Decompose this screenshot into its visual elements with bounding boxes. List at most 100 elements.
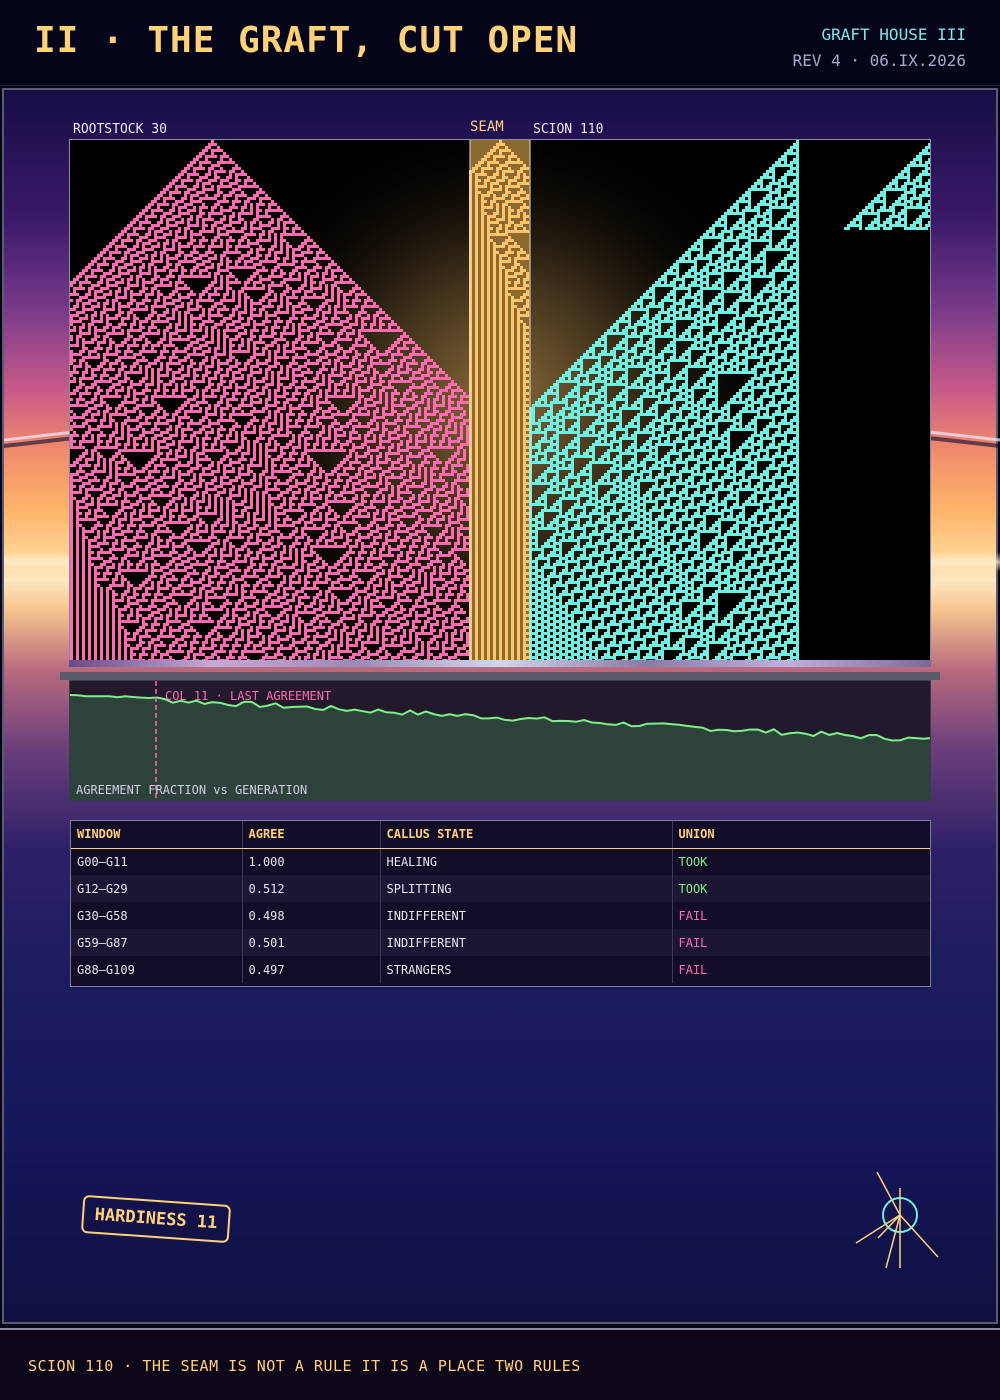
rootstock-cell — [229, 413, 253, 416]
rootstock-cell — [214, 176, 220, 179]
rootstock-cell — [403, 470, 406, 473]
scion-cell — [736, 242, 739, 245]
rootstock-cell — [343, 485, 349, 488]
scion-cell — [772, 434, 787, 437]
seam-cell — [517, 440, 520, 443]
scion-cell — [616, 365, 622, 368]
rootstock-cell — [157, 371, 160, 374]
seam-cell — [475, 326, 478, 329]
seam-cell — [475, 191, 481, 194]
rootstock-cell — [268, 422, 277, 425]
rootstock-cell — [448, 404, 451, 407]
rootstock-cell — [142, 398, 148, 401]
rootstock-cell — [109, 341, 115, 344]
rootstock-cell — [184, 254, 193, 257]
rootstock-cell — [85, 473, 94, 476]
rootstock-cell — [250, 335, 256, 338]
scion-cell — [715, 398, 718, 401]
seam-cell — [523, 398, 529, 401]
rootstock-cell — [382, 413, 394, 416]
rootstock-cell — [127, 311, 133, 314]
rootstock-cell — [355, 317, 358, 320]
rootstock-cell — [139, 422, 151, 425]
scion-cell — [760, 404, 763, 407]
rootstock-cell — [280, 239, 286, 242]
scion-cell — [673, 419, 688, 422]
rootstock-cell — [100, 287, 109, 290]
seam-cell — [517, 338, 520, 341]
rootstock-cell — [166, 428, 172, 431]
seam-cell — [493, 353, 496, 356]
seam-cell — [517, 371, 520, 374]
scion-cell — [652, 434, 655, 437]
seam-cell — [493, 359, 496, 362]
seam-cell — [487, 443, 490, 446]
rootstock-cell — [301, 383, 304, 386]
rootstock-cell — [220, 254, 226, 257]
seam-cell — [523, 203, 526, 206]
scion-cell — [787, 233, 793, 236]
rootstock-cell — [232, 308, 238, 311]
rootstock-cell — [223, 350, 226, 353]
rootstock-cell — [187, 335, 196, 338]
scion-cell — [643, 428, 649, 431]
rootstock-cell — [307, 476, 310, 479]
seam-cell — [511, 302, 514, 305]
scion-cell — [760, 446, 763, 449]
rootstock-cell — [187, 173, 199, 176]
rootstock-cell — [289, 317, 298, 320]
rootstock-cell — [172, 206, 175, 209]
rootstock-cell — [292, 308, 295, 311]
rootstock-cell — [457, 476, 460, 479]
rootstock-cell — [220, 482, 232, 485]
rootstock-cell — [286, 305, 289, 308]
rootstock-cell — [268, 365, 277, 368]
scion-cell — [712, 284, 718, 287]
rootstock-cell — [280, 245, 283, 248]
scion-cell — [745, 206, 751, 209]
scion-cell — [721, 248, 724, 251]
rootstock-cell — [274, 392, 277, 395]
rootstock-cell — [103, 335, 109, 338]
rootstock-cell — [274, 359, 277, 362]
rootstock-cell — [94, 464, 100, 467]
scion-cell — [655, 476, 670, 479]
rootstock-cell — [115, 470, 118, 473]
scion-cell — [667, 395, 670, 398]
scion-cell — [796, 176, 799, 179]
rootstock-cell — [391, 464, 394, 467]
rootstock-cell — [232, 167, 241, 170]
rootstock-cell — [442, 434, 448, 437]
seam-cell — [493, 272, 496, 275]
rootstock-cell — [427, 446, 454, 449]
scion-cell — [697, 311, 703, 314]
rootstock-cell — [85, 449, 88, 452]
rootstock-cell — [304, 440, 307, 443]
scion-cell — [637, 341, 643, 344]
rootstock-cell — [244, 383, 250, 386]
scion-cell — [667, 329, 676, 332]
scion-cell — [715, 434, 718, 437]
seam-cell — [508, 179, 517, 182]
rootstock-cell — [346, 422, 352, 425]
scion-cell — [769, 422, 775, 425]
rootstock-cell — [430, 470, 433, 473]
scion-cell — [721, 230, 733, 233]
scion-cell — [562, 374, 571, 377]
scion-cell — [667, 452, 682, 455]
scion-cell — [610, 380, 613, 383]
scion-cell — [631, 482, 640, 485]
rootstock-cell — [214, 275, 217, 278]
rootstock-cell — [172, 374, 175, 377]
seam-cell — [487, 335, 490, 338]
rootstock-cell — [403, 395, 406, 398]
seam-cell — [481, 281, 484, 284]
seam-cell — [487, 227, 493, 230]
rootstock-cell — [274, 356, 289, 359]
rootstock-cell — [232, 320, 241, 323]
rootstock-cell — [256, 362, 268, 365]
scion-cell — [712, 269, 718, 272]
scion-cell — [694, 320, 703, 323]
scion-cell — [790, 419, 799, 422]
rootstock-cell — [151, 311, 157, 314]
